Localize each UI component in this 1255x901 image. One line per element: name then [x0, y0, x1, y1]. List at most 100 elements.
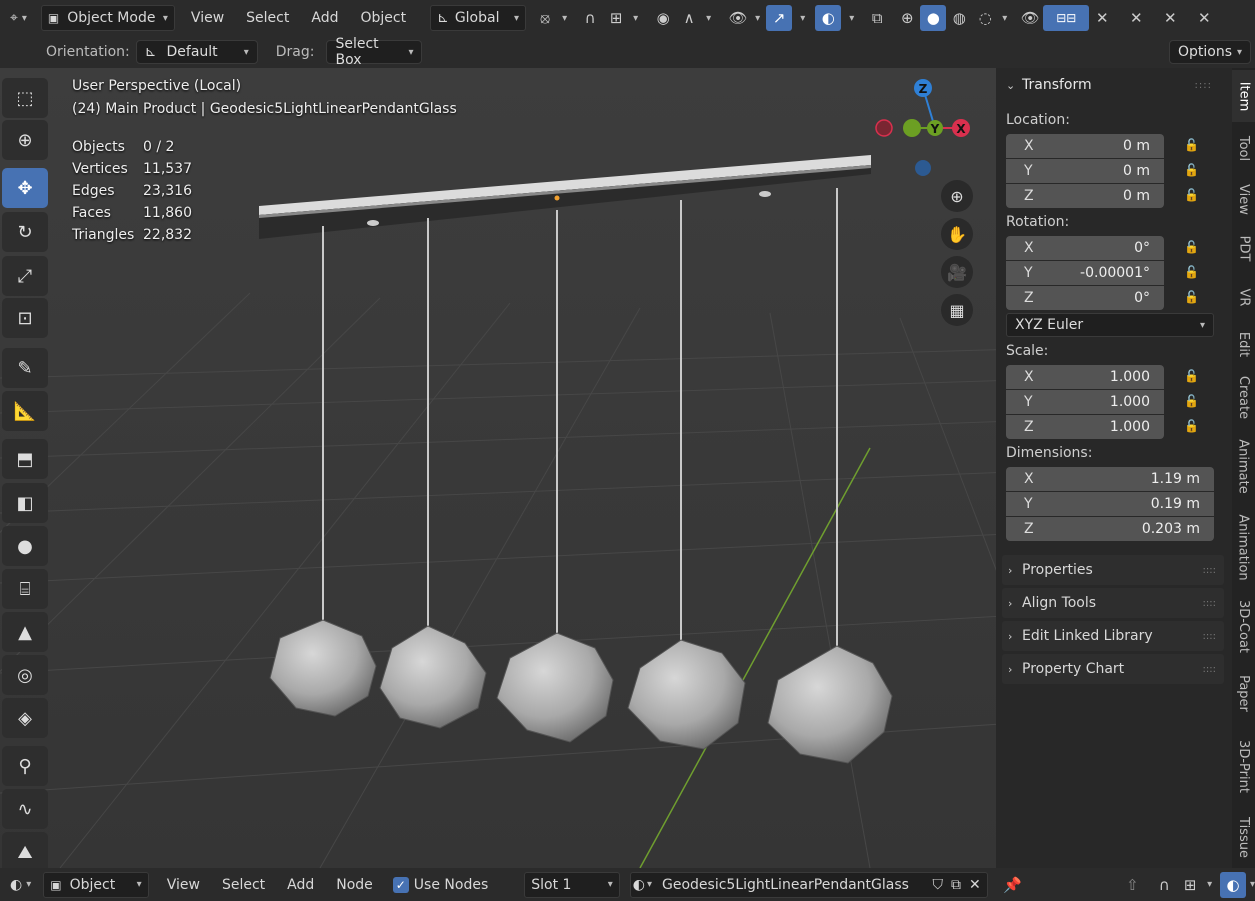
tab-animate[interactable]: Animate	[1232, 430, 1255, 502]
rotation-z-field[interactable]: Z 0°	[1006, 286, 1164, 310]
drag-handle-icon[interactable]: ::::	[1195, 80, 1212, 91]
scale-tool-icon[interactable]: ⤢	[2, 256, 48, 296]
snap-grid-icon[interactable]: ⊞	[1177, 872, 1203, 898]
overlays-toggle-icon[interactable]: ◐	[1220, 871, 1246, 898]
lock-icon[interactable]: 🔓	[1184, 369, 1202, 385]
menu-object[interactable]: Object	[354, 5, 412, 31]
tab-paper[interactable]: Paper	[1232, 662, 1255, 724]
material-selector[interactable]: ◐ ▾ Geodesic5LightLinearPendantGlass ⛉ ⧉ …	[629, 871, 988, 898]
falloff-icon[interactable]: ∧	[676, 5, 702, 31]
move-tool-icon[interactable]: ✥	[2, 168, 48, 208]
editor-type-button[interactable]: ⌖ ▾	[4, 5, 33, 31]
shader-type-dropdown[interactable]: ▣ Object ▾	[43, 871, 149, 898]
add-torus-tool-icon[interactable]: ◎	[2, 655, 48, 695]
transform-tool-icon[interactable]: ⊡	[2, 298, 48, 338]
property-chart-panel-header[interactable]: › Property Chart ::::	[1002, 654, 1224, 684]
drag-handle-icon[interactable]: ::::	[1203, 565, 1216, 576]
close-icon[interactable]: ✕	[969, 877, 981, 893]
transform-panel-header[interactable]: ⌄ Transform ::::	[996, 70, 1224, 100]
drag-handle-icon[interactable]: ::::	[1203, 598, 1216, 609]
orientation-dropdown[interactable]: ⊾ Default ▾	[135, 40, 258, 64]
pivot-point-icon[interactable]: ⦻	[532, 5, 558, 31]
rotation-y-field[interactable]: Y -0.00001°	[1006, 261, 1164, 285]
scale-x-field[interactable]: X 1.000	[1006, 365, 1164, 389]
scale-z-field[interactable]: Z 1.000	[1006, 415, 1164, 439]
hide-icon[interactable]: 👁	[1017, 5, 1043, 31]
tab-pdt[interactable]: PDT	[1232, 226, 1255, 270]
xray-toggle-icon[interactable]: ⧉	[864, 5, 890, 31]
tab-item[interactable]: Item	[1232, 70, 1255, 122]
lock-icon[interactable]: 🔓	[1184, 394, 1202, 410]
tab-edit[interactable]: Edit	[1232, 324, 1255, 364]
gizmo-toggle-icon[interactable]: ↗	[766, 5, 793, 31]
proportional-edit-icon[interactable]: ◉	[650, 5, 676, 31]
add-armature-tool-icon[interactable]: ⚲	[2, 746, 48, 786]
drag-handle-icon[interactable]: ::::	[1203, 631, 1216, 642]
location-x-field[interactable]: X0 m	[1006, 134, 1164, 158]
options-dropdown[interactable]: Options ▾	[1169, 40, 1251, 64]
lock-icon[interactable]: 🔓	[1184, 188, 1202, 204]
lock-icon[interactable]: 🔓	[1184, 290, 1202, 306]
scale-y-field[interactable]: Y 1.000	[1006, 390, 1164, 414]
snap-increment-icon[interactable]: ⊞	[603, 5, 629, 31]
snap-icon[interactable]: ∩	[1151, 872, 1177, 898]
add-cylinder-tool-icon[interactable]: ⌸	[2, 569, 48, 609]
visibility-icon[interactable]: 👁	[725, 5, 751, 31]
add-plane-tool-icon[interactable]: ⬒	[2, 439, 48, 479]
lock-icon[interactable]: 🔓	[1184, 240, 1202, 256]
solid-shading-icon[interactable]: ●	[920, 5, 947, 31]
zoom-icon[interactable]: ⊕	[941, 180, 973, 212]
tab-3d-print[interactable]: 3D-Print	[1232, 726, 1255, 806]
overlays-toggle-icon[interactable]: ◐	[815, 5, 842, 31]
select-box-tool-icon[interactable]: ⬚	[2, 78, 48, 118]
tab-animation[interactable]: Animation	[1232, 504, 1255, 590]
add-sphere-tool-icon[interactable]: ●	[2, 526, 48, 566]
rotation-mode-dropdown[interactable]: XYZ Euler ▾	[1006, 313, 1214, 337]
tab-tissue[interactable]: Tissue	[1232, 808, 1255, 866]
menu-add[interactable]: Add	[305, 5, 344, 31]
pin-icon[interactable]: 📌	[1000, 872, 1026, 898]
drag-handle-icon[interactable]: ::::	[1203, 664, 1216, 675]
tab-vr[interactable]: VR	[1232, 272, 1255, 322]
drag-dropdown[interactable]: Select Box ▾	[326, 36, 423, 68]
lock-icon[interactable]: 🔓	[1184, 163, 1202, 179]
use-nodes-checkbox[interactable]: ✓ Use Nodes	[387, 872, 494, 898]
add-cube-tool-icon[interactable]: ◧	[2, 483, 48, 523]
location-y-field[interactable]: Y0 m	[1006, 159, 1164, 183]
add-cone-tool-icon[interactable]: ▲	[2, 612, 48, 652]
tab-3d-coat[interactable]: 3D-Coat	[1232, 592, 1255, 660]
add-curve-tool-icon[interactable]: ∿	[2, 789, 48, 829]
snap-icon[interactable]: ∩	[577, 5, 603, 31]
lock-icon[interactable]: 🔓	[1184, 419, 1202, 435]
fake-user-shield-icon[interactable]: ⛉	[932, 877, 943, 893]
dimensions-z-field[interactable]: Z 0.203 m	[1006, 517, 1214, 541]
camera-icon[interactable]: 🎥	[941, 256, 973, 288]
perspective-grid-icon[interactable]: ▦	[941, 294, 973, 326]
tab-tool[interactable]: Tool	[1232, 124, 1255, 172]
editor-type-button[interactable]: ◐ ▾	[4, 872, 37, 898]
tab-view[interactable]: View	[1232, 174, 1255, 224]
annotate-tool-icon[interactable]: ✎	[2, 348, 48, 388]
material-shading-icon[interactable]: ◍	[946, 5, 972, 31]
add-prism-tool-icon[interactable]: ◈	[2, 698, 48, 738]
transform-orientation-dropdown[interactable]: ⊾ Global ▾	[430, 5, 527, 31]
dimensions-x-field[interactable]: X 1.19 m	[1006, 467, 1214, 491]
slot-dropdown[interactable]: Slot 1 ▾	[524, 871, 620, 898]
parent-node-tree-icon[interactable]: ⇧	[1120, 872, 1146, 898]
wireframe-shading-icon[interactable]: ⊕	[894, 5, 920, 31]
add-landscape-tool-icon[interactable]: ⛰	[2, 832, 48, 872]
rendered-shading-icon[interactable]: ◌	[972, 5, 998, 31]
lock-icon[interactable]: 🔓	[1184, 138, 1202, 154]
edit-linked-library-panel-header[interactable]: › Edit Linked Library ::::	[1002, 621, 1224, 651]
rotation-x-field[interactable]: X 0°	[1006, 236, 1164, 260]
menu-select[interactable]: Select	[240, 5, 295, 31]
menu-add[interactable]: Add	[281, 872, 320, 898]
measure-tool-icon[interactable]: 📐	[2, 391, 48, 431]
cursor-tool-icon[interactable]: ⊕	[2, 120, 48, 160]
dimensions-y-field[interactable]: Y 0.19 m	[1006, 492, 1214, 516]
menu-node[interactable]: Node	[330, 872, 379, 898]
pan-hand-icon[interactable]: ✋	[941, 218, 973, 250]
tab-create[interactable]: Create	[1232, 366, 1255, 428]
menu-view[interactable]: View	[185, 5, 230, 31]
mode-dropdown[interactable]: ▣ Object Mode ▾	[40, 5, 175, 31]
